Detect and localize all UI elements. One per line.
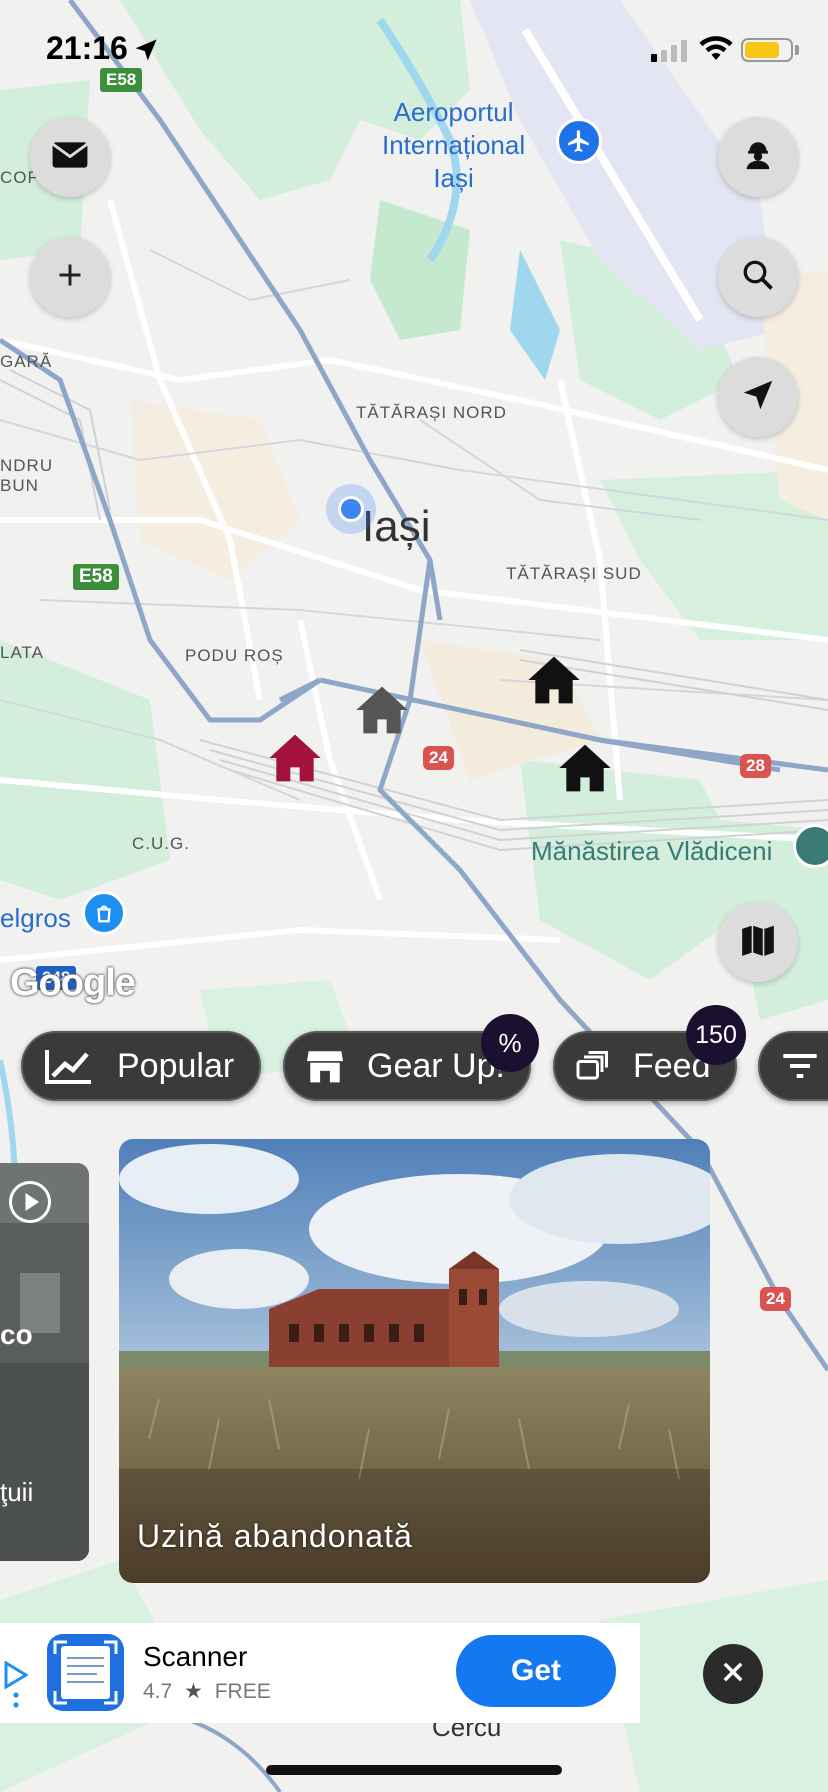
district-label-podu-ros: PODU ROȘ <box>185 646 284 665</box>
ad-rating: 4.7 <box>143 1680 173 1703</box>
airport-label[interactable]: Aeroportul Internațional Iași <box>382 96 525 195</box>
card-partial-text: ţuii <box>0 1477 34 1507</box>
mail-icon <box>51 140 89 175</box>
location-services-icon <box>132 36 160 69</box>
card-partial-text: co <box>0 1319 33 1350</box>
house-marker-icon[interactable] <box>267 732 323 789</box>
add-button[interactable] <box>30 237 110 317</box>
house-marker-icon[interactable] <box>526 654 582 711</box>
search-button[interactable] <box>718 237 798 317</box>
status-bar: 21:16 <box>0 26 828 76</box>
district-label-bun: BUN <box>0 476 39 495</box>
status-time: 21:16 <box>46 30 128 66</box>
mail-button[interactable] <box>30 117 110 197</box>
navigation-arrow-icon <box>739 376 777 419</box>
ad-banner[interactable]: Scanner 4.7 ★ FREE Get <box>0 1623 640 1723</box>
airport-marker-icon[interactable] <box>556 118 602 164</box>
place-card-title: Uzină abandonată <box>137 1518 413 1554</box>
home-indicator[interactable] <box>266 1765 562 1775</box>
gallery-icon <box>575 1048 611 1084</box>
close-icon <box>719 1658 747 1691</box>
house-marker-icon[interactable] <box>354 684 410 741</box>
place-card[interactable]: Uzină abandonată <box>119 1139 710 1583</box>
card-image <box>119 1139 710 1583</box>
filter-icon <box>780 1051 820 1081</box>
ad-get-button[interactable]: Get <box>456 1635 616 1707</box>
road-shield-e58: E58 <box>73 564 119 590</box>
district-label-gara: GARĂ <box>0 352 53 371</box>
store-icon <box>305 1048 345 1084</box>
battery-icon <box>741 38 793 62</box>
map-style-button[interactable] <box>718 902 798 982</box>
chip-label: Popular <box>117 1046 235 1085</box>
plus-icon <box>56 261 84 294</box>
ad-app-meta: 4.7 ★ FREE <box>143 1679 271 1704</box>
shopping-marker-icon[interactable] <box>82 891 126 935</box>
district-label-ndru: NDRU <box>0 456 54 475</box>
scanner-app-icon[interactable] <box>47 1634 124 1711</box>
road-shield-28: 28 <box>740 754 771 778</box>
chip-popular[interactable]: Popular <box>21 1031 261 1101</box>
profile-button[interactable] <box>718 117 798 197</box>
cellular-signal-icon <box>651 40 691 67</box>
poi-label-selgros[interactable]: elgros <box>0 903 71 934</box>
feed-count-badge: 150 <box>686 1005 746 1065</box>
star-icon: ★ <box>184 1680 203 1703</box>
district-label-cug: C.U.G. <box>132 834 190 853</box>
map-icon <box>739 921 777 964</box>
district-label-tatarasi-sud: TĂTĂRAȘI SUD <box>506 564 642 583</box>
adchoices-icon[interactable] <box>4 1660 29 1714</box>
house-marker-icon[interactable] <box>557 742 613 799</box>
district-label-lata: LATA <box>0 643 44 662</box>
search-icon <box>740 257 776 298</box>
play-icon[interactable] <box>9 1181 51 1223</box>
wifi-icon <box>698 34 734 67</box>
user-location-marker <box>326 484 376 534</box>
trending-icon <box>43 1046 95 1086</box>
poi-label-manastirea[interactable]: Mănăstirea Vlădiceni <box>531 836 772 867</box>
ad-close-button[interactable] <box>703 1644 763 1704</box>
locate-me-button[interactable] <box>718 357 798 437</box>
ad-price: FREE <box>214 1680 271 1703</box>
worker-icon <box>741 138 775 177</box>
chip-filter[interactable] <box>758 1031 828 1101</box>
ad-app-name: Scanner <box>143 1641 248 1672</box>
place-card-partial[interactable]: co ţuii <box>0 1163 89 1561</box>
google-logo: Google <box>10 962 136 1004</box>
district-label-tatarasi-nord: TĂTĂRAȘI NORD <box>356 403 507 422</box>
discount-badge: % <box>481 1014 539 1072</box>
road-shield-24: 24 <box>423 746 454 770</box>
road-shield-24: 24 <box>760 1287 791 1311</box>
